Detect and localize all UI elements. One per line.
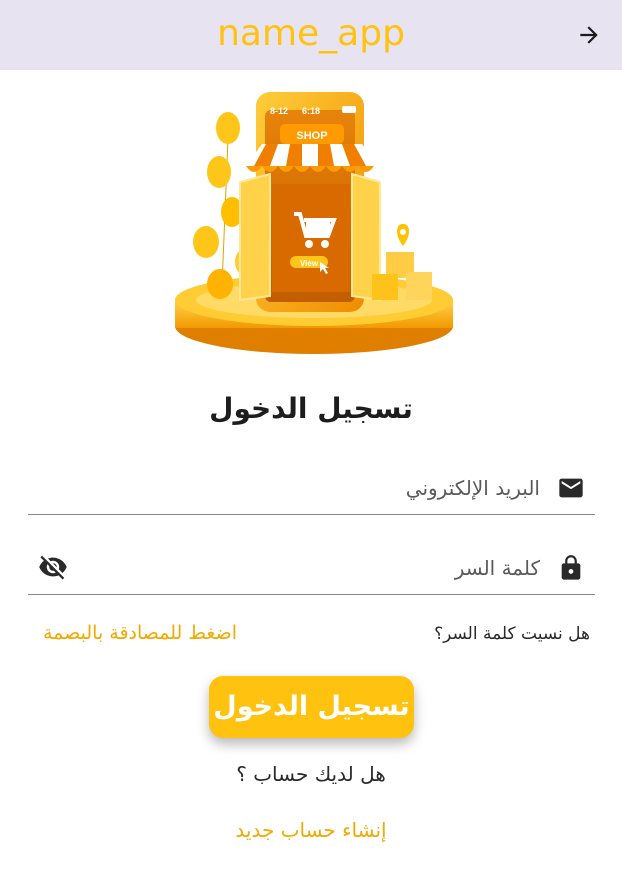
login-screen: name_app 8-12 6:18 SHOP View تسجيل الدخو… (0, 0, 622, 873)
phone-status-left: 8-12 (270, 106, 288, 116)
login-button[interactable]: تسجيل الدخول (209, 676, 414, 738)
shop-sign: SHOP (296, 130, 327, 142)
login-heading: تسجيل الدخول (209, 392, 413, 425)
lock-icon (557, 554, 585, 582)
password-label: كلمة السر (454, 556, 540, 580)
app-title: name_app (217, 13, 405, 54)
fingerprint-login-link[interactable]: اضغط للمصادقة بالبصمة (43, 622, 237, 644)
phone-status-time: 6:18 (302, 106, 320, 116)
view-label: View (300, 259, 319, 268)
email-icon (557, 474, 585, 502)
visibility-off-icon[interactable] (38, 552, 68, 582)
password-field[interactable]: كلمة السر (28, 546, 595, 595)
no-account-text: هل لديك حساب ؟ (236, 762, 386, 786)
arrow-forward-icon[interactable] (576, 22, 602, 48)
create-account-link[interactable]: إنشاء حساب جديد (0, 818, 622, 842)
app-bar: name_app (0, 0, 622, 70)
email-field[interactable]: البريد الإلكتروني (28, 466, 595, 515)
shop-phone-illustration: 8-12 6:18 SHOP View (170, 86, 460, 358)
email-label: البريد الإلكتروني (405, 476, 540, 500)
forgot-password-link[interactable]: هل نسيت كلمة السر؟ (434, 624, 590, 644)
